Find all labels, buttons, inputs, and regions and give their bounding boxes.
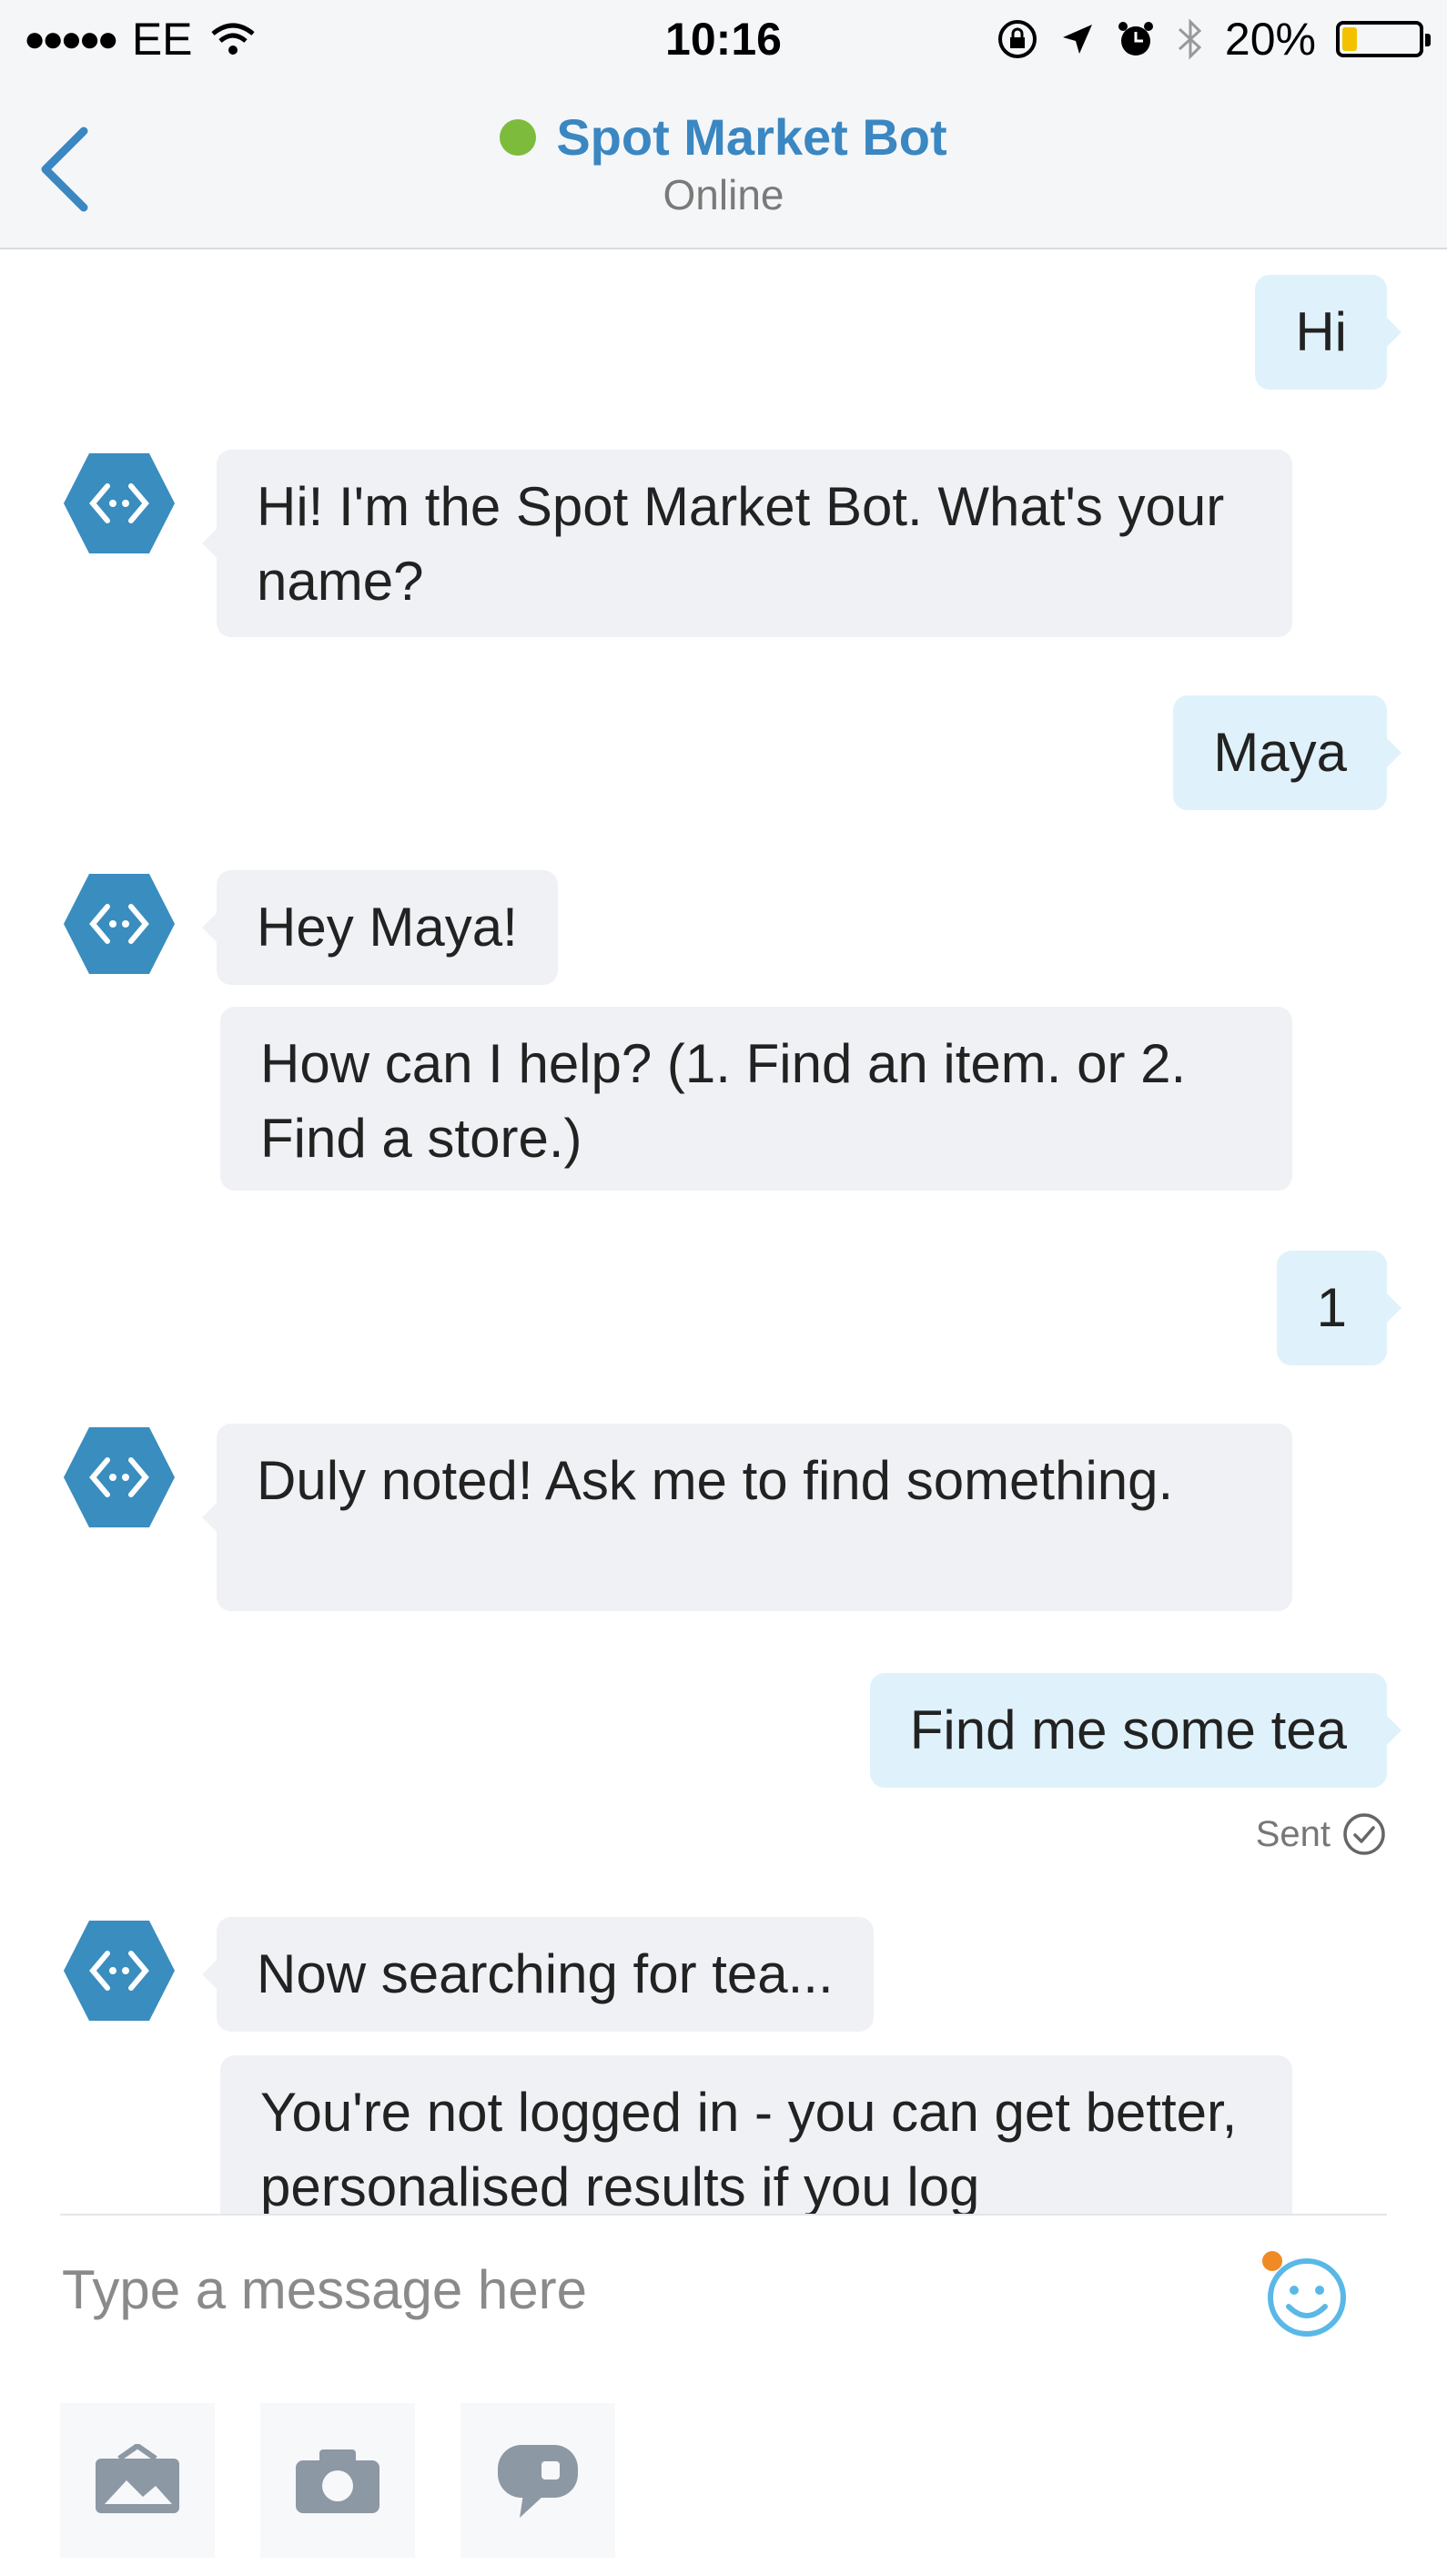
gallery-button[interactable] <box>60 2403 215 2558</box>
message-text: Find me some tea <box>909 1699 1347 1760</box>
chat-title-area[interactable]: Spot Market Bot Online <box>0 107 1447 219</box>
gallery-icon <box>96 2444 179 2513</box>
bot-avatar-icon[interactable] <box>62 1424 177 1531</box>
message-text: Hi! I'm the Spot Market Bot. What's your… <box>257 476 1225 612</box>
incoming-message[interactable]: How can I help? (1. Find an item. or 2. … <box>220 1007 1292 1191</box>
outgoing-message[interactable]: 1 <box>1276 1251 1402 1365</box>
status-bar: ●●●●● EE 10:16 20% <box>0 0 1447 82</box>
bot-avatar-icon[interactable] <box>62 1917 177 2024</box>
message-text: Hi <box>1295 301 1347 362</box>
bluetooth-icon <box>1178 18 1202 60</box>
message-text: Duly noted! Ask me to find something. <box>257 1450 1174 1511</box>
message-composer <box>60 2214 1387 2379</box>
message-list[interactable]: Hi Hi! I'm the Spot Market Bot. What's y… <box>0 248 1447 2214</box>
chat-subtitle: Online <box>663 171 784 218</box>
emoji-button[interactable] <box>1260 2248 1351 2339</box>
message-text: You're not logged in - you can get bette… <box>260 2082 1238 2214</box>
chat-title: Spot Market Bot <box>556 108 947 166</box>
message-input[interactable] <box>60 2243 1229 2336</box>
message-text: 1 <box>1316 1277 1347 1338</box>
notification-dot <box>1262 2251 1282 2271</box>
chat-header: Spot Market Bot Online <box>0 82 1447 249</box>
check-circle-icon <box>1343 1813 1385 1855</box>
incoming-message[interactable]: Hey Maya! <box>202 870 558 985</box>
incoming-message[interactable]: Now searching for tea... <box>202 1917 874 2032</box>
message-text: Now searching for tea... <box>257 1943 834 2004</box>
sent-label: Sent <box>1255 1813 1331 1854</box>
battery-icon <box>1336 21 1431 57</box>
online-status-dot <box>500 118 537 156</box>
reply-button[interactable] <box>460 2403 615 2558</box>
rotation-lock-icon <box>997 20 1037 58</box>
message-text: Maya <box>1213 722 1347 783</box>
outgoing-message[interactable]: Hi <box>1255 275 1401 390</box>
outgoing-message[interactable]: Find me some tea <box>869 1673 1402 1788</box>
incoming-message[interactable]: Duly noted! Ask me to find something. <box>202 1424 1292 1611</box>
bot-avatar-icon[interactable] <box>62 870 177 978</box>
smiley-icon <box>1262 2251 1346 2337</box>
incoming-message[interactable]: You're not logged in - you can get bette… <box>220 2055 1292 2214</box>
location-arrow-icon <box>1062 25 1092 54</box>
sent-status: Sent <box>1256 1811 1387 1857</box>
message-text: Hey Maya! <box>257 897 518 958</box>
outgoing-message[interactable]: Maya <box>1173 695 1401 810</box>
battery-percent: 20% <box>1224 14 1316 65</box>
chat-bubble-icon <box>498 2445 578 2518</box>
message-text: How can I help? (1. Find an item. or 2. … <box>260 1033 1187 1169</box>
camera-button[interactable] <box>260 2403 415 2558</box>
composer-toolbar <box>60 2403 615 2558</box>
camera-icon <box>296 2449 379 2513</box>
battery-fill <box>1342 27 1357 51</box>
status-right: 20% <box>996 13 1431 66</box>
incoming-message[interactable]: Hi! I'm the Spot Market Bot. What's your… <box>202 450 1292 637</box>
bot-avatar-icon[interactable] <box>62 450 177 557</box>
alarm-clock-icon <box>1118 22 1153 56</box>
